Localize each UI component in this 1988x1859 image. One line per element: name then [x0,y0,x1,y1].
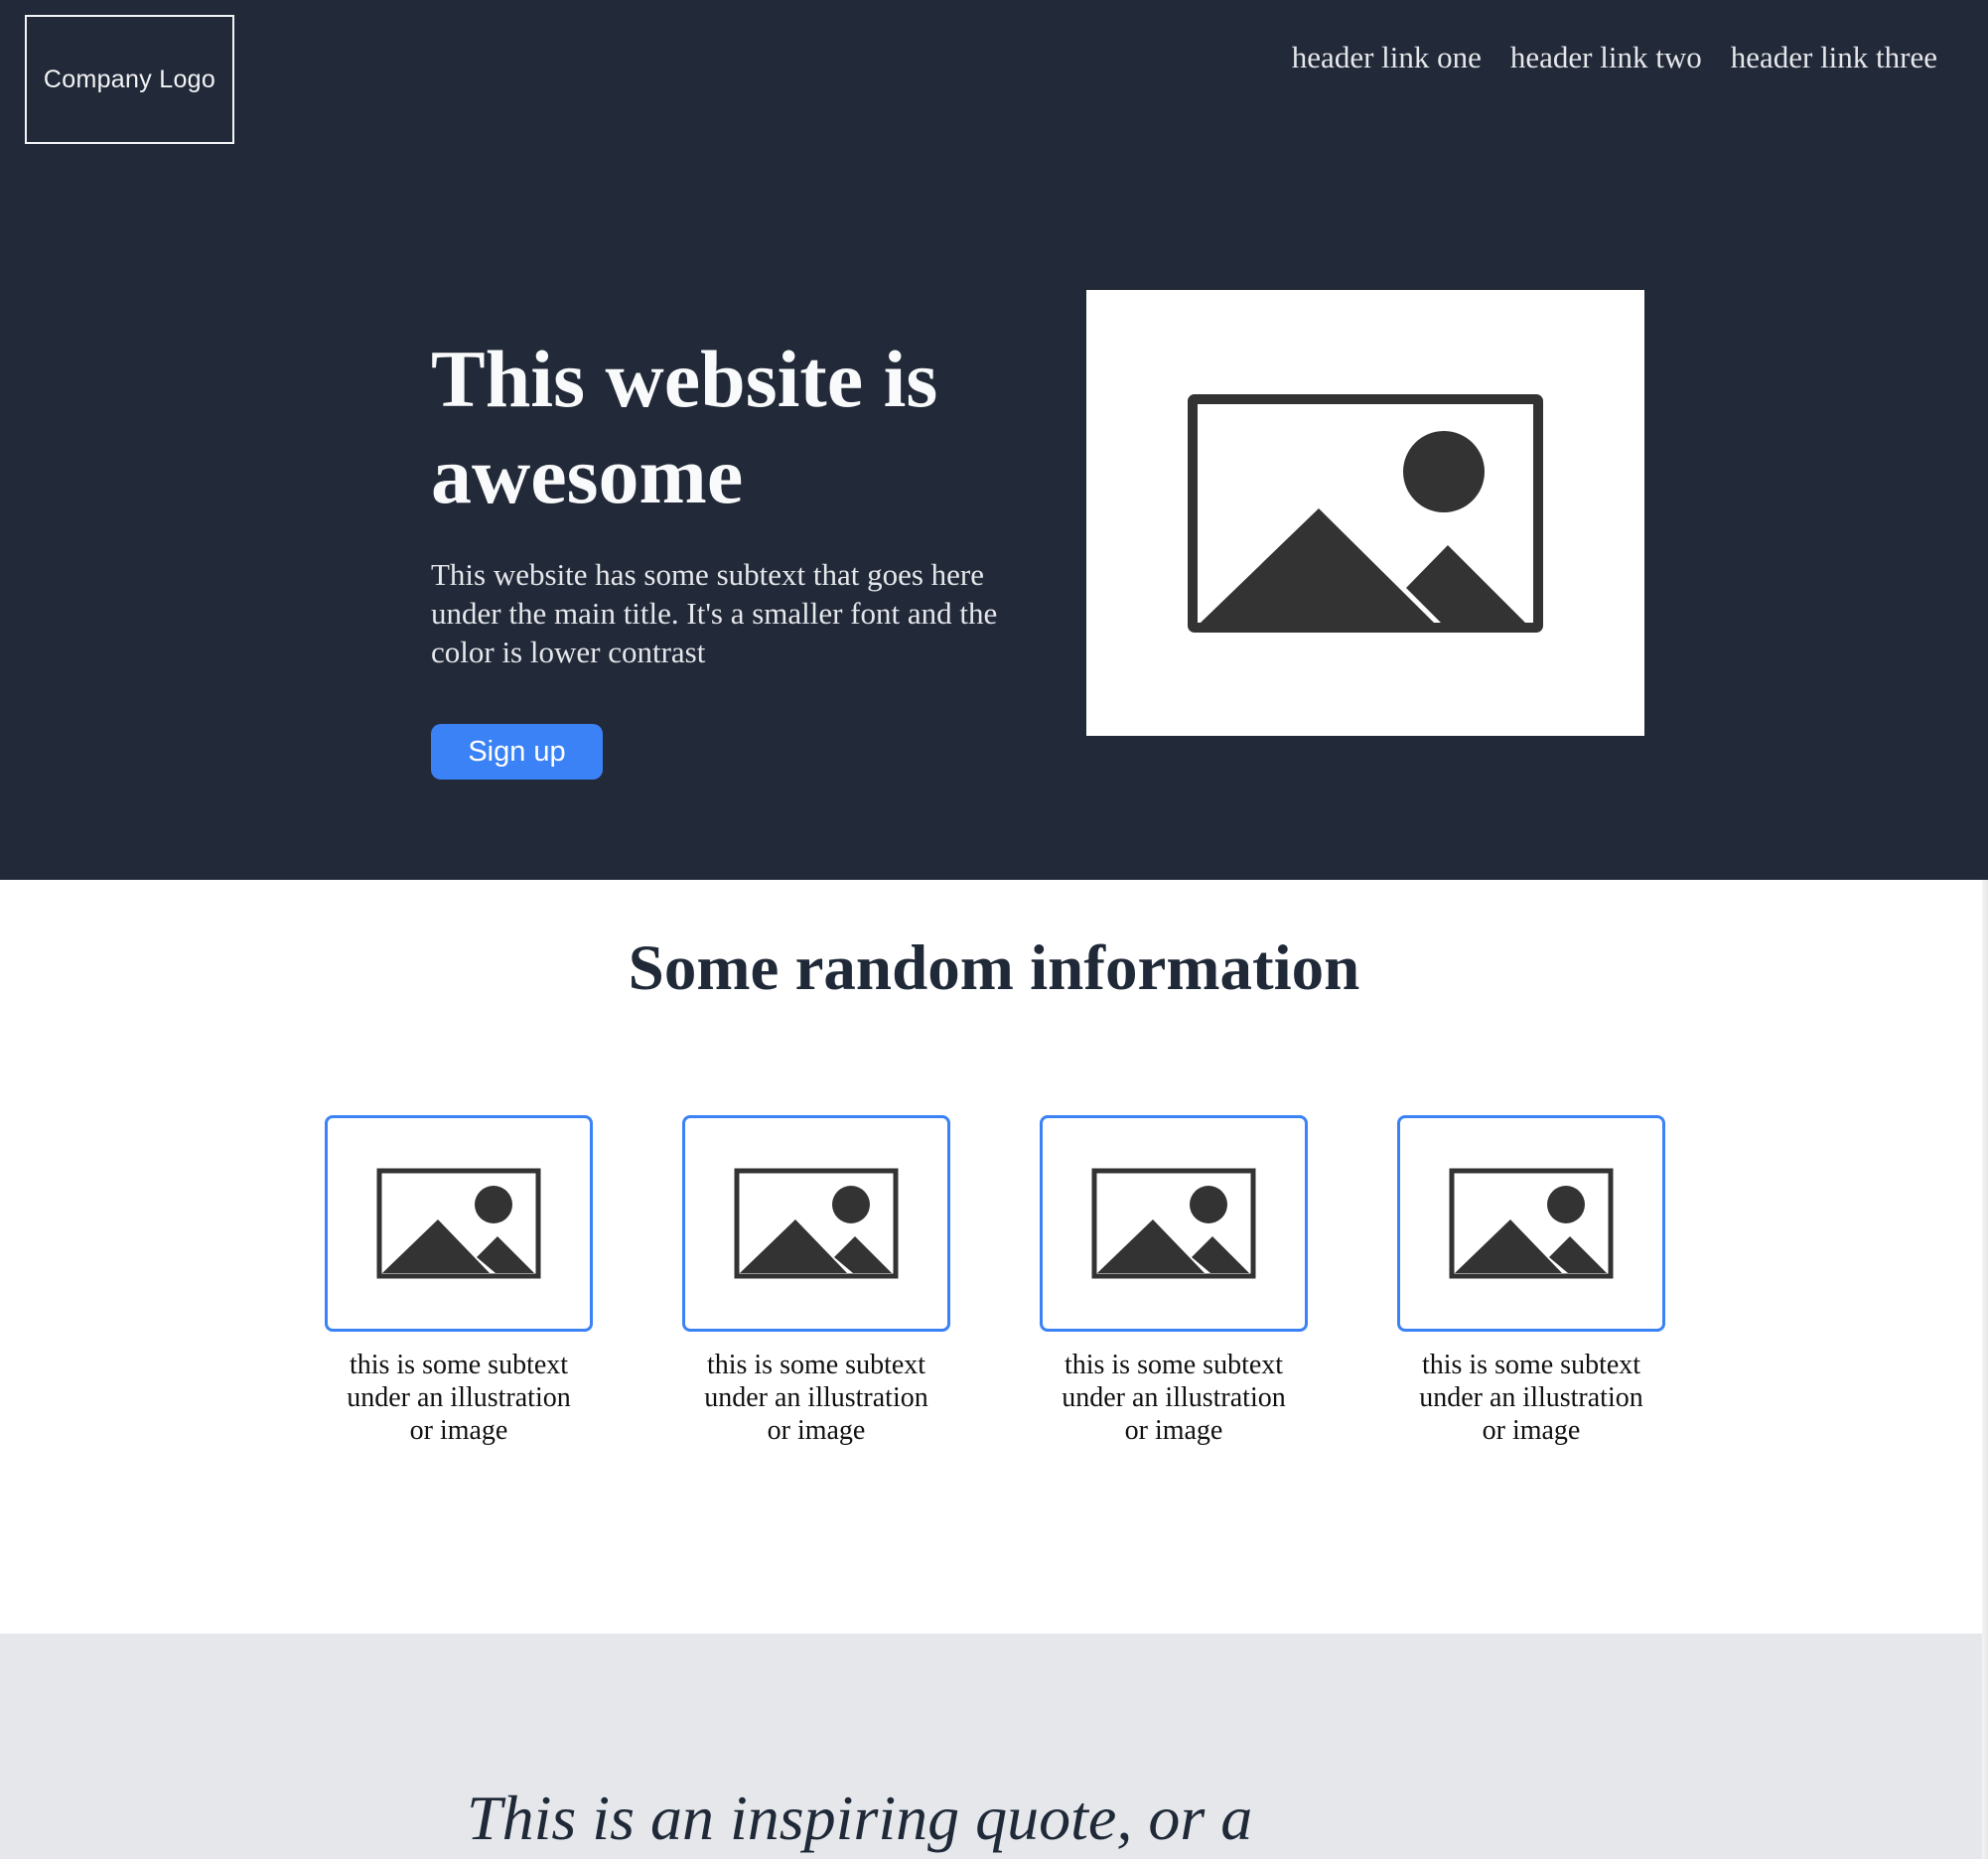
sign-up-button[interactable]: Sign up [431,724,603,780]
image-placeholder-icon [734,1168,899,1279]
info-card: this is some subtext under an illustrati… [1040,1115,1308,1447]
card-subtext: this is some subtext under an illustrati… [704,1350,928,1446]
quote-section: This is an inspiring quote, or a [0,1634,1988,1859]
image-placeholder-icon [1188,393,1543,633]
card-subtext: this is some subtext under an illustrati… [1062,1350,1286,1446]
hero-subtext: This website has some subtext that goes … [431,557,998,669]
card-subtext: this is some subtext under an illustrati… [347,1350,571,1446]
image-placeholder-icon [1449,1168,1614,1279]
info-cards: this is some subtext under an illustrati… [325,1115,1665,1447]
scrollbar-track[interactable] [1982,880,1988,1859]
header-nav: header link one header link two header l… [1292,40,1937,75]
card-subtext: this is some subtext under an illustrati… [1419,1350,1643,1446]
inspiring-quote: This is an inspiring quote, or a [467,1783,1253,1853]
info-card: this is some subtext under an illustrati… [1397,1115,1665,1447]
card-image-frame [1397,1115,1665,1332]
image-placeholder-icon [376,1168,541,1279]
card-image-frame [325,1115,593,1332]
header-link-three[interactable]: header link three [1731,40,1937,75]
landing-page: Company Logo header link one header link… [0,0,1988,1859]
hero-title: This website is awesome [431,334,938,520]
hero-image [1086,290,1644,736]
hero-section: Company Logo header link one header link… [0,0,1988,880]
header-link-two[interactable]: header link two [1510,40,1702,75]
card-image-frame [1040,1115,1308,1332]
info-card: this is some subtext under an illustrati… [325,1115,593,1447]
card-image-frame [682,1115,950,1332]
header-link-one[interactable]: header link one [1292,40,1482,75]
image-placeholder-icon [1091,1168,1256,1279]
company-logo[interactable]: Company Logo [25,15,234,144]
hero-text-block: This website is awesome This website has… [431,331,1017,671]
info-card: this is some subtext under an illustrati… [682,1115,950,1447]
section-title: Some random information [628,932,1360,1004]
company-logo-text: Company Logo [43,65,216,93]
